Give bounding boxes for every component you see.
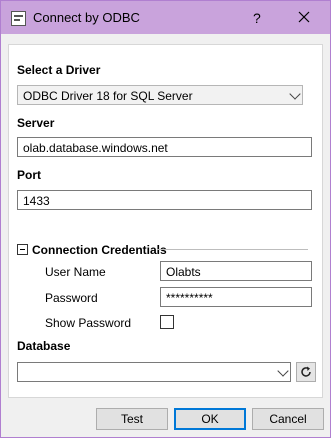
password-label: Password — [45, 291, 98, 305]
ok-button[interactable]: OK — [174, 408, 246, 430]
odbc-window-icon — [11, 11, 26, 26]
title-bar[interactable]: Connect by ODBC ? — [1, 1, 330, 34]
connect-by-odbc-dialog: Connect by ODBC ? Select a Driver ODBC D… — [0, 0, 331, 438]
show-password-label: Show Password — [45, 316, 132, 330]
server-input[interactable]: olab.database.windows.net — [17, 137, 312, 157]
minus-icon — [20, 249, 25, 250]
driver-dropdown[interactable]: ODBC Driver 18 for SQL Server — [17, 85, 303, 105]
select-driver-label: Select a Driver — [17, 63, 101, 77]
refresh-icon — [301, 366, 311, 377]
user-name-input[interactable]: Olabts — [160, 261, 312, 281]
database-label: Database — [17, 339, 71, 353]
cancel-button[interactable]: Cancel — [252, 408, 324, 430]
show-password-checkbox[interactable] — [160, 315, 174, 329]
close-button[interactable] — [295, 8, 313, 26]
help-button[interactable]: ? — [253, 10, 261, 26]
collapse-credentials-toggle[interactable] — [17, 244, 28, 255]
chevron-down-icon — [289, 88, 301, 100]
window-title: Connect by ODBC — [33, 10, 140, 25]
password-input[interactable]: ********** — [160, 287, 312, 307]
database-combobox[interactable] — [17, 362, 291, 382]
test-button[interactable]: Test — [96, 408, 168, 430]
close-icon — [298, 11, 310, 23]
port-label: Port — [17, 168, 41, 182]
server-label: Server — [17, 116, 55, 130]
port-input-value: 1433 — [23, 194, 50, 208]
credentials-section-label: Connection Credentials — [32, 243, 167, 257]
refresh-databases-button[interactable] — [296, 362, 316, 382]
driver-selected-value: ODBC Driver 18 for SQL Server — [23, 89, 193, 103]
user-name-label: User Name — [45, 265, 106, 279]
chevron-down-icon — [277, 365, 289, 377]
server-input-value: olab.database.windows.net — [23, 141, 168, 155]
section-divider — [157, 249, 308, 250]
user-name-value: Olabts — [166, 265, 201, 279]
password-masked-value: ********** — [166, 291, 213, 305]
port-input[interactable]: 1433 — [17, 190, 312, 210]
